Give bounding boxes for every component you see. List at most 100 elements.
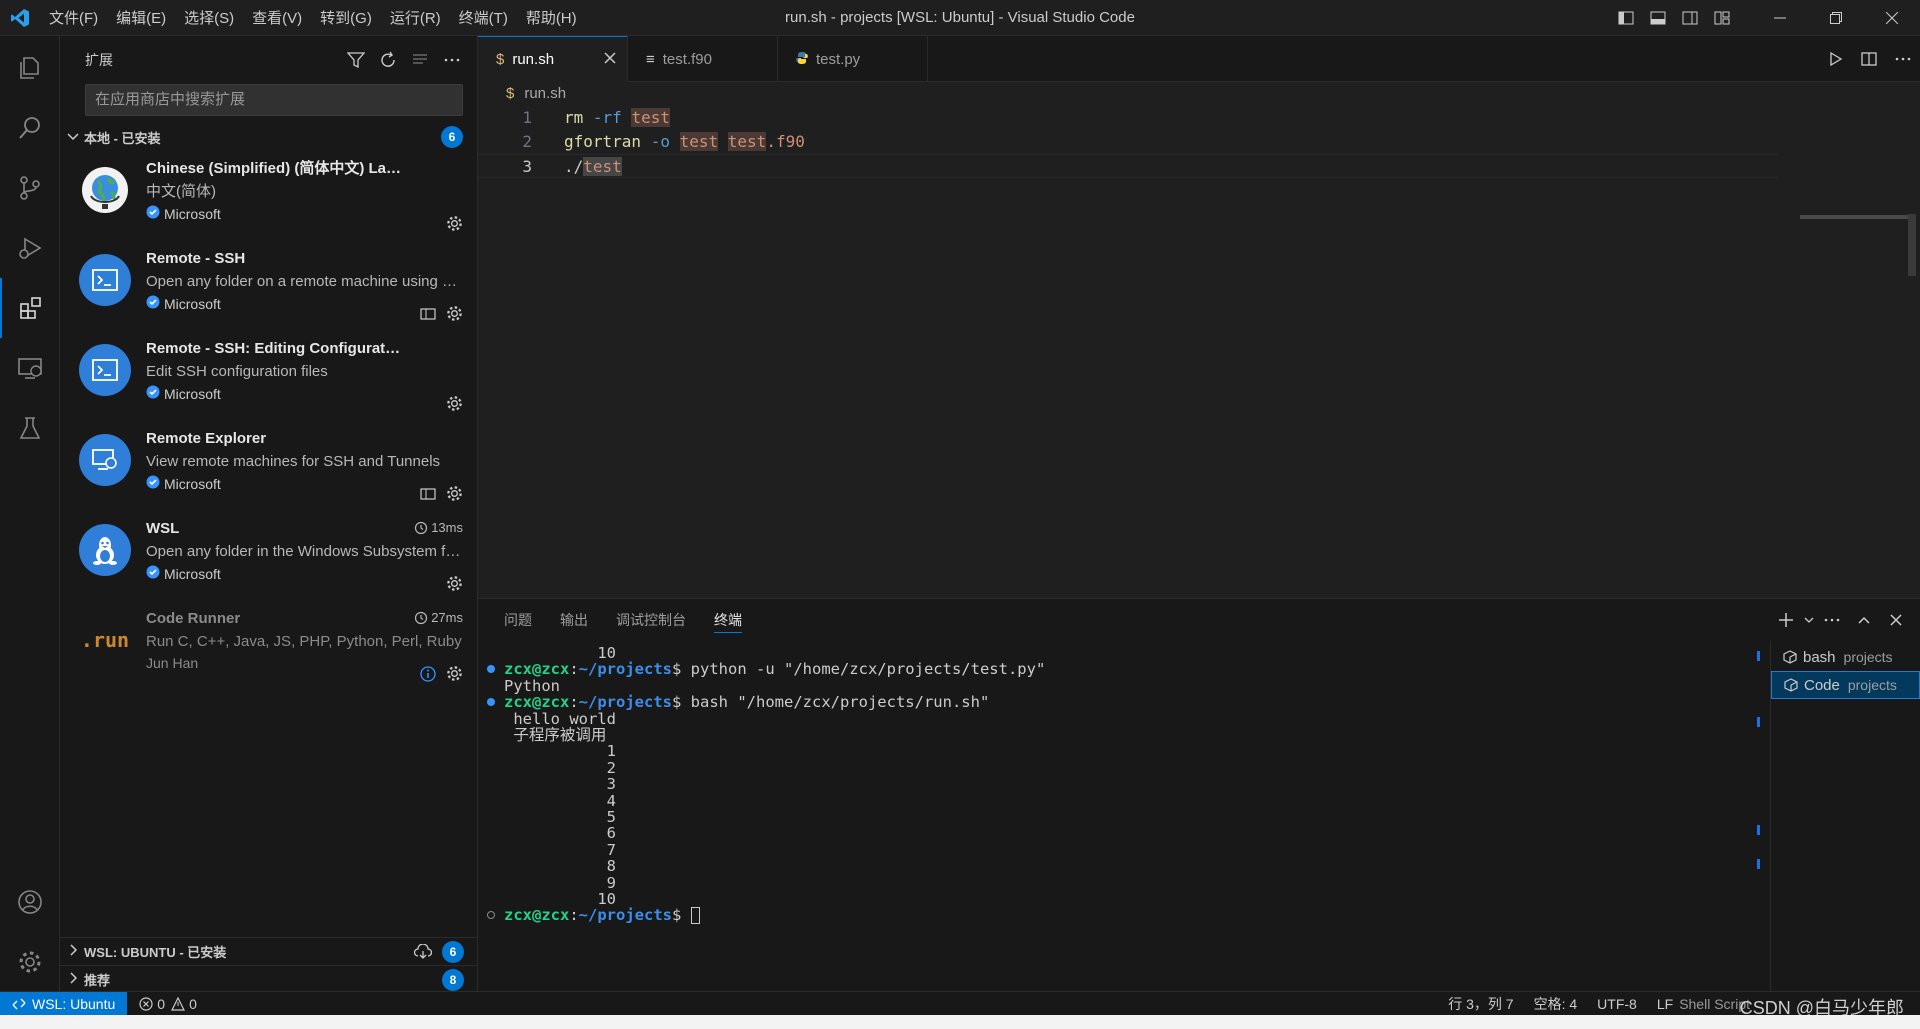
terminal-output[interactable]: 10 zcx@zcx:~/projects$ python -u "/home/z… (478, 641, 1766, 992)
panel-tab[interactable]: 终端 (714, 599, 742, 641)
menu-item[interactable]: 编辑(E) (107, 7, 175, 28)
end-of-line[interactable]: LF (1657, 996, 1673, 1012)
maximize-panel-icon[interactable] (1848, 612, 1880, 628)
close-window-icon[interactable] (1864, 12, 1920, 24)
run-debug-icon[interactable] (0, 218, 60, 278)
menu-item[interactable]: 终端(T) (450, 7, 517, 28)
close-tab-icon[interactable] (603, 51, 617, 69)
extension-item[interactable]: Remote - SSH Open any folder on a remote … (60, 242, 477, 332)
customize-layout-icon[interactable] (1706, 10, 1738, 26)
manage-extension-gear-icon[interactable] (446, 305, 463, 322)
tab-test-py[interactable]: test.py (778, 36, 928, 82)
taskbar-edge (0, 1015, 1920, 1029)
manage-extension-gear-icon[interactable] (446, 485, 463, 502)
split-editor-icon[interactable] (1852, 51, 1886, 67)
extension-description: Open any folder in the Windows Subsystem… (146, 543, 463, 560)
menu-item[interactable]: 帮助(H) (517, 7, 586, 28)
panel-more-icon[interactable] (1816, 611, 1848, 629)
encoding[interactable]: UTF-8 (1597, 996, 1637, 1012)
remote-indicator[interactable]: WSL: Ubuntu (0, 991, 128, 1016)
menu-item[interactable]: 查看(V) (243, 7, 311, 28)
tab-run-sh[interactable]: $ run.sh (478, 36, 628, 82)
terminal-scroll-marker (1757, 859, 1760, 869)
refresh-icon[interactable] (379, 51, 397, 69)
code-editor[interactable]: 1 rm -rf test 2 gfortran -o test test.f90 3.… (478, 106, 1920, 598)
manage-extension-gear-icon[interactable] (446, 215, 463, 232)
remote-sync-icon[interactable] (420, 487, 436, 501)
run-file-icon[interactable] (1818, 51, 1852, 67)
extension-item[interactable]: Remote - SSH: Editing Configuration File… (60, 332, 477, 422)
terminal-instance[interactable]: bash projects (1771, 643, 1920, 671)
tab-test-f90[interactable]: ≡ test.f90 (628, 36, 778, 82)
terminal-tabs-list: bash projects Code projects (1770, 641, 1920, 992)
toggle-primary-sidebar-icon[interactable] (1610, 10, 1642, 26)
command-decoration-icon[interactable] (487, 698, 495, 707)
sidebar-title: 扩展 (85, 52, 113, 68)
problems-indicator[interactable]: 0 0 (139, 996, 197, 1012)
source-control-icon[interactable] (0, 158, 60, 218)
menu-item[interactable]: 运行(R) (381, 7, 450, 28)
cloud-download-icon[interactable] (414, 943, 432, 960)
extension-description: Open any folder on a remote machine usin… (146, 273, 463, 290)
extension-item[interactable]: Chinese (Simplified) (简体中文) Language Pac… (60, 152, 477, 242)
menu-item[interactable]: 文件(F) (40, 7, 107, 28)
menu-item[interactable]: 转到(G) (311, 7, 381, 28)
breadcrumb-file: run.sh (524, 85, 567, 102)
code-line[interactable]: 2 gfortran -o test test.f90 (478, 130, 1778, 154)
editor-scrollbar[interactable] (1908, 214, 1916, 276)
more-actions-icon[interactable] (443, 51, 461, 69)
close-panel-icon[interactable] (1880, 613, 1912, 627)
extension-item[interactable]: .run Code Runner Run C, C++, Java, JS, PHP… (60, 602, 477, 692)
code-line[interactable]: 1 rm -rf test (478, 106, 1778, 130)
toggle-secondary-sidebar-icon[interactable] (1674, 10, 1706, 26)
info-icon[interactable] (420, 665, 436, 682)
terminal-dropdown-icon[interactable] (1802, 615, 1816, 625)
installed-section-header[interactable]: 本地 - 已安装 6 (60, 122, 477, 152)
terminal-instance[interactable]: Code projects (1771, 671, 1920, 699)
filter-icon[interactable] (347, 51, 365, 69)
menu-item[interactable]: 选择(S) (175, 7, 243, 28)
manage-extension-gear-icon[interactable] (446, 575, 463, 592)
command-decoration-icon[interactable] (487, 665, 495, 674)
testing-icon[interactable] (0, 398, 60, 458)
extensions-icon[interactable] (0, 278, 60, 338)
terminal-scroll-marker (1757, 717, 1760, 727)
terminal-instance-icon (1784, 678, 1798, 692)
explorer-icon[interactable] (0, 38, 60, 98)
restore-icon[interactable] (1808, 12, 1864, 24)
minimize-icon[interactable] (1752, 12, 1808, 24)
search-icon[interactable] (0, 98, 60, 158)
remote-sync-icon[interactable] (420, 307, 436, 321)
cursor-position[interactable]: 行 3，列 7 (1448, 994, 1513, 1014)
clear-icon[interactable] (411, 51, 429, 69)
manage-gear-icon[interactable] (0, 932, 60, 992)
extension-name: Chinese (Simplified) (简体中文) Language Pac… (146, 160, 463, 177)
breadcrumb[interactable]: $ run.sh (478, 82, 566, 106)
minimap[interactable] (1800, 215, 1910, 219)
panel-tab[interactable]: 调试控制台 (616, 599, 686, 641)
remote-explorer-icon[interactable] (0, 338, 60, 398)
code-text: gfortran -o test test.f90 (564, 132, 805, 151)
verified-publisher-icon (146, 565, 160, 582)
extension-item[interactable]: Remote Explorer View remote machines for … (60, 422, 477, 512)
new-terminal-icon[interactable] (1770, 611, 1802, 629)
manage-extension-gear-icon[interactable] (446, 665, 463, 682)
editor-more-icon[interactable] (1886, 51, 1920, 67)
verified-publisher-icon (146, 295, 160, 312)
panel-tab[interactable]: 问题 (504, 599, 532, 641)
manage-extension-gear-icon[interactable] (446, 395, 463, 412)
extension-item[interactable]: WSL Open any folder in the Windows Subsys… (60, 512, 477, 602)
panel-tab[interactable]: 输出 (560, 599, 588, 641)
terminal-cursor (690, 907, 700, 925)
code-text: rm -rf test (564, 108, 670, 127)
wsl-section-header[interactable]: WSL: UBUNTU - 已安装 6 (60, 937, 478, 965)
toggle-panel-icon[interactable] (1642, 10, 1674, 26)
command-decoration-icon[interactable] (487, 911, 495, 920)
code-line[interactable]: 3 ./test (478, 154, 1778, 178)
installed-count-badge: 6 (441, 126, 463, 148)
accounts-icon[interactable] (0, 872, 60, 932)
indentation[interactable]: 空格: 4 (1534, 994, 1578, 1014)
recommended-section-header[interactable]: 推荐 8 (60, 965, 478, 993)
extension-search-input[interactable]: 在应用商店中搜索扩展 (85, 84, 463, 116)
shell-file-icon: $ (506, 85, 515, 102)
